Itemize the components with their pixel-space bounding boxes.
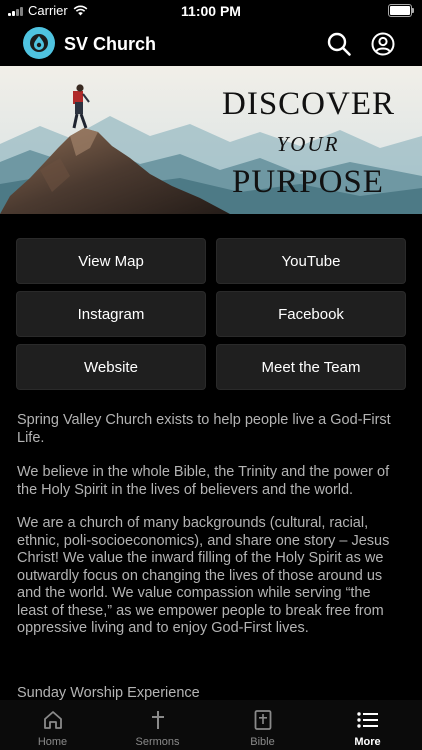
beliefs-paragraph: We believe in the whole Bible, the Trini…: [17, 464, 390, 498]
user-icon: [371, 32, 395, 56]
banner-line-your: YOUR: [276, 132, 340, 156]
list-icon: [356, 712, 378, 728]
mission-paragraph: Spring Valley Church exists to help peop…: [17, 412, 391, 446]
church-logo-icon: [23, 27, 55, 59]
tab-bar: Home Sermons Bible More: [0, 700, 422, 750]
tab-home-label: Home: [37, 736, 68, 748]
battery-icon: [388, 4, 414, 17]
tab-more-label: More: [354, 736, 381, 748]
tab-sermons[interactable]: Sermons: [105, 700, 210, 750]
view-map-button[interactable]: View Map: [17, 239, 205, 283]
status-time: 11:00 PM: [181, 3, 241, 19]
tab-home[interactable]: Home: [0, 700, 105, 750]
meet-the-team-button[interactable]: Meet the Team: [217, 345, 405, 389]
search-button[interactable]: [326, 31, 352, 57]
home-icon: [43, 711, 62, 729]
tab-sermons-label: Sermons: [135, 736, 180, 748]
banner-line-purpose: PURPOSE: [232, 164, 384, 200]
website-button[interactable]: Website: [17, 345, 205, 389]
app-title: SV Church: [64, 34, 157, 54]
instagram-button[interactable]: Instagram: [17, 292, 205, 336]
hero-banner: DISCOVER YOUR PURPOSE: [0, 66, 422, 214]
profile-button[interactable]: [370, 31, 396, 57]
banner-line-discover: DISCOVER: [222, 86, 396, 122]
bible-icon: [254, 710, 271, 730]
tab-bible-label: Bible: [250, 736, 275, 748]
nav-bar: SV Church: [0, 22, 422, 66]
search-icon: [327, 32, 351, 56]
facebook-button[interactable]: Facebook: [217, 292, 405, 336]
tab-more[interactable]: More: [315, 700, 420, 750]
cross-icon: [151, 711, 164, 729]
status-bar: Carrier 11:00 PM: [0, 0, 422, 22]
values-paragraph: We are a church of many backgrounds (cul…: [17, 515, 390, 636]
tab-bible[interactable]: Bible: [210, 700, 315, 750]
youtube-button[interactable]: YouTube: [217, 239, 405, 283]
